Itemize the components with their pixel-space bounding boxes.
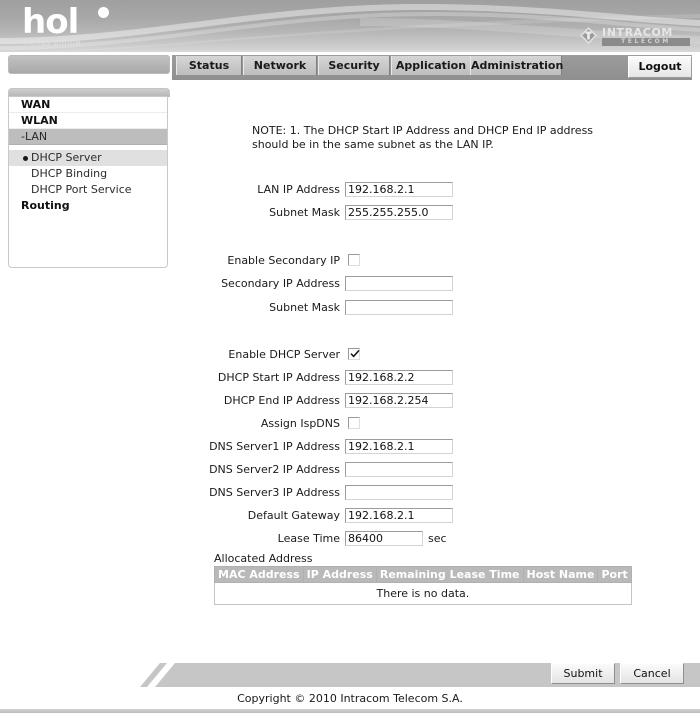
row-enable-secondary-ip: Enable Secondary IP — [180, 252, 340, 270]
dhcp-end-ip-input[interactable] — [345, 393, 453, 408]
hol-logo-dot — [98, 7, 109, 18]
enable-secondary-ip-checkbox[interactable] — [348, 254, 360, 266]
tab-network[interactable]: Network — [243, 56, 317, 75]
row-default-gateway: Default Gateway — [180, 507, 340, 525]
enable-dhcp-server-checkbox[interactable] — [348, 348, 360, 360]
column-mac-address: MAC Address — [214, 566, 304, 583]
assign-ispdns-label: Assign IspDNS — [260, 417, 340, 430]
lease-time-input[interactable] — [345, 531, 423, 546]
row-secondary-subnet-mask: Subnet Mask — [180, 299, 340, 317]
copyright-text: Copyright © 2010 Intracom Telecom S.A. — [237, 692, 463, 705]
row-dns1: DNS Server1 IP Address — [180, 438, 340, 456]
lan-subnet-mask-label: Subnet Mask — [269, 206, 340, 219]
tab-administration[interactable]: Administration — [470, 56, 563, 75]
intracom-sub: TELECOM — [602, 38, 690, 46]
main-navigation: Status Network Security Application Admi… — [0, 52, 700, 84]
tab-security[interactable]: Security — [318, 56, 390, 75]
bottom-rule — [0, 709, 700, 713]
row-dns3: DNS Server3 IP Address — [180, 484, 340, 502]
dhcp-start-ip-input[interactable] — [345, 370, 453, 385]
secondary-subnet-mask-label: Subnet Mask — [269, 301, 340, 314]
dhcp-end-ip-label: DHCP End IP Address — [223, 394, 340, 407]
table-empty-message: There is no data. — [214, 582, 632, 605]
row-enable-dhcp-server: Enable DHCP Server — [180, 346, 340, 364]
sidebar-item-wan[interactable]: WAN — [9, 97, 167, 113]
intracom-logo: INTRACOM TELECOM — [580, 25, 692, 49]
column-remaining-lease-time: Remaining Lease Time — [375, 566, 524, 583]
row-dhcp-start-ip: DHCP Start IP Address — [180, 369, 340, 387]
dns3-input[interactable] — [345, 485, 453, 500]
lease-time-unit: sec — [428, 532, 447, 545]
bullet-icon — [23, 156, 28, 161]
sidebar-menu: WAN WLAN -LAN DHCP Server DHCP Binding D… — [8, 96, 168, 268]
row-dns2: DNS Server2 IP Address — [180, 461, 340, 479]
sidebar-item-routing[interactable]: Routing — [9, 198, 167, 213]
tab-status[interactable]: Status — [176, 56, 242, 75]
dns2-label: DNS Server2 IP Address — [209, 463, 340, 476]
row-secondary-ip: Secondary IP Address — [180, 275, 340, 293]
header-banner: hol hellas online INTRACOM TELECOM — [0, 0, 700, 52]
lan-ip-label: LAN IP Address — [257, 183, 340, 196]
table-empty-row: There is no data. — [214, 582, 632, 605]
dns3-label: DNS Server3 IP Address — [209, 486, 340, 499]
row-lan-ip: LAN IP Address — [180, 181, 340, 199]
sidebar-item-lan[interactable]: -LAN — [9, 129, 167, 145]
row-lan-subnet-mask: Subnet Mask — [180, 204, 340, 222]
enable-dhcp-server-label: Enable DHCP Server — [228, 348, 340, 361]
tab-application[interactable]: Application — [391, 56, 471, 75]
intracom-diamond-icon — [580, 27, 597, 44]
sidebar-item-dhcp-port-service[interactable]: DHCP Port Service — [9, 182, 167, 198]
row-dhcp-end-ip: DHCP End IP Address — [180, 392, 340, 410]
allocated-address-table: MAC Address IP Address Remaining Lease T… — [214, 566, 632, 605]
lease-time-label: Lease Time — [277, 532, 340, 545]
column-host-name: Host Name — [522, 566, 599, 583]
column-port: Port — [597, 566, 632, 583]
dns1-label: DNS Server1 IP Address — [209, 440, 340, 453]
secondary-ip-label: Secondary IP Address — [221, 277, 340, 290]
dhcp-start-ip-label: DHCP Start IP Address — [217, 371, 340, 384]
note-text: NOTE: 1. The DHCP Start IP Address and D… — [252, 124, 594, 151]
enable-secondary-ip-label: Enable Secondary IP — [227, 254, 340, 267]
dns1-input[interactable] — [345, 439, 453, 454]
hol-logo: hol hellas online — [22, 5, 152, 49]
lan-ip-input[interactable] — [345, 182, 453, 197]
secondary-subnet-mask-input[interactable] — [345, 300, 453, 315]
table-header-row: MAC Address IP Address Remaining Lease T… — [214, 566, 632, 583]
dns2-input[interactable] — [345, 462, 453, 477]
secondary-ip-input[interactable] — [345, 276, 453, 291]
checkmark-icon — [350, 349, 360, 358]
sidebar-item-wlan[interactable]: WLAN — [9, 113, 167, 129]
column-ip-address: IP Address — [302, 566, 377, 583]
assign-ispdns-checkbox[interactable] — [348, 417, 360, 429]
sidebar-item-dhcp-server-label: DHCP Server — [31, 151, 102, 164]
row-lease-time: Lease Time — [180, 530, 340, 548]
nav-left-placeholder — [8, 55, 170, 74]
logout-button[interactable]: Logout — [628, 56, 692, 78]
cancel-button[interactable]: Cancel — [620, 663, 684, 684]
allocated-address-title: Allocated Address — [214, 552, 313, 565]
default-gateway-input[interactable] — [345, 508, 453, 523]
hol-logo-wordmark: hol — [22, 2, 79, 42]
lan-subnet-mask-input[interactable] — [345, 205, 453, 220]
sidebar-item-dhcp-binding[interactable]: DHCP Binding — [9, 166, 167, 182]
row-assign-ispdns: Assign IspDNS — [180, 415, 340, 433]
submit-button[interactable]: Submit — [551, 663, 615, 684]
hol-logo-tagline: hellas online — [24, 38, 81, 47]
default-gateway-label: Default Gateway — [247, 509, 340, 522]
sidebar-item-dhcp-server[interactable]: DHCP Server — [9, 150, 167, 166]
